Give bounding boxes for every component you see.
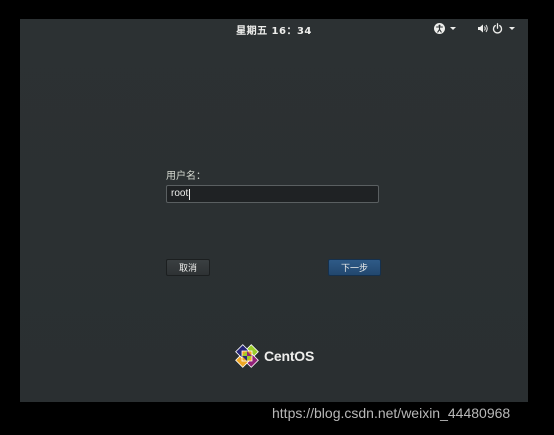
next-button[interactable]: 下一步: [328, 259, 381, 276]
volume-icon: [478, 24, 488, 32]
text-cursor: [189, 188, 191, 200]
power-icon: [492, 22, 503, 34]
watermark-url: https://blog.csdn.net/weixin_44480968: [272, 405, 511, 421]
login-screen: 星期五 16：34 用户名： root 取消 下一步 CentOS: [20, 19, 528, 402]
username-label: 用户名：: [166, 171, 206, 182]
centos-branding: CentOS: [234, 342, 314, 370]
system-menu[interactable]: [477, 22, 515, 34]
cancel-button[interactable]: 取消: [166, 259, 210, 276]
top-bar: 星期五 16：34: [20, 19, 528, 37]
accessibility-icon: [434, 22, 445, 34]
username-value: root: [171, 188, 189, 199]
centos-logo-icon: [235, 344, 259, 368]
chevron-down-icon: [509, 26, 515, 30]
chevron-down-icon: [450, 26, 456, 30]
brand-name: CentOS: [264, 348, 315, 364]
accessibility-menu[interactable]: [434, 22, 456, 34]
username-input[interactable]: root: [166, 185, 379, 203]
